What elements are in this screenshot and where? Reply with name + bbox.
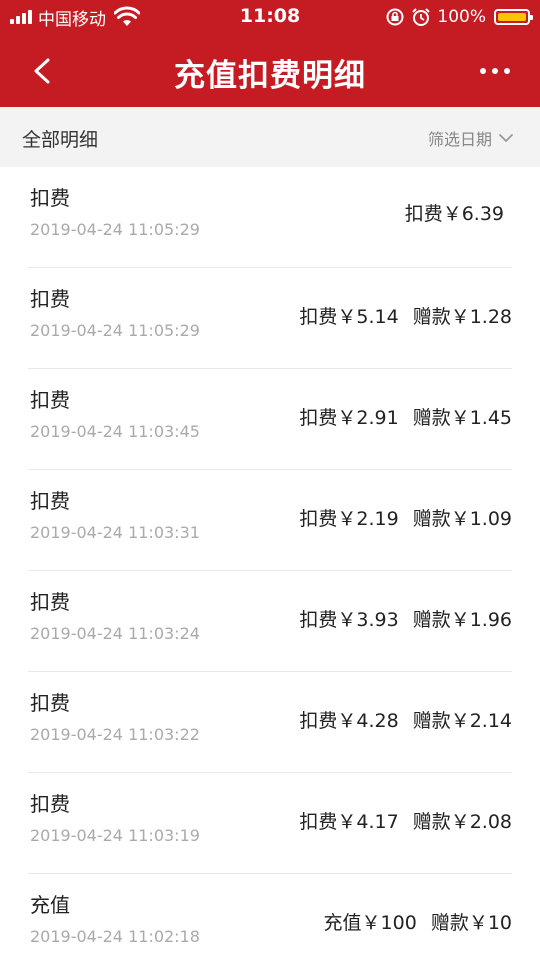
more-icon[interactable] — [478, 60, 512, 82]
list-item[interactable]: 扣费 2019-04-24 11:03:31 扣费￥2.19 赠款￥1.09 — [28, 470, 512, 571]
battery-icon — [494, 9, 533, 25]
record-amounts: 扣费￥2.19 赠款￥1.09 — [299, 504, 512, 531]
record-amounts: 充值￥100 赠款￥10 — [324, 908, 512, 935]
record-amount: 扣费￥2.19 — [299, 508, 399, 530]
record-bonus: 赠款￥10 — [430, 912, 512, 934]
list-item[interactable]: 扣费 2019-04-24 11:03:22 扣费￥4.28 赠款￥2.14 — [28, 672, 512, 773]
record-amounts: 扣费￥3.93 赠款￥1.96 — [299, 605, 512, 632]
record-date: 2019-04-24 11:05:29 — [30, 321, 200, 340]
record-type: 扣费 — [30, 388, 70, 412]
page-title: 充值扣费明细 — [174, 58, 366, 94]
header: 中国移动 11:08 100% 充值扣费明细 — [0, 0, 540, 107]
record-date: 2019-04-24 11:03:31 — [30, 523, 200, 542]
record-amount: 扣费￥3.93 — [299, 609, 399, 631]
date-filter-button[interactable]: 筛选日期 — [428, 126, 514, 150]
record-date: 2019-04-24 11:03:45 — [30, 422, 200, 441]
filter-all-label: 全部明细 — [22, 129, 99, 151]
navigation-bar: 充值扣费明细 — [0, 34, 540, 107]
battery-percent: 100% — [437, 7, 486, 27]
record-type: 扣费 — [30, 792, 70, 816]
record-amounts: 扣费￥5.14 赠款￥1.28 — [299, 302, 512, 329]
list-item[interactable]: 扣费 2019-04-24 11:03:19 扣费￥4.17 赠款￥2.08 — [28, 773, 512, 874]
filter-bar: 全部明细 筛选日期 — [0, 107, 540, 167]
list-item[interactable]: 扣费 2019-04-24 11:03:24 扣费￥3.93 赠款￥1.96 — [28, 571, 512, 672]
status-right: 100% — [385, 5, 533, 29]
record-amount: 扣费￥4.17 — [299, 811, 399, 833]
record-amounts: 扣费￥6.39 — [405, 199, 504, 226]
record-type: 扣费 — [30, 287, 70, 311]
record-date: 2019-04-24 11:05:29 — [30, 220, 200, 239]
record-date: 2019-04-24 11:03:22 — [30, 725, 200, 744]
record-bonus: 赠款￥2.14 — [412, 710, 512, 732]
record-bonus: 赠款￥1.28 — [412, 306, 512, 328]
record-amount: 扣费￥5.14 — [299, 306, 399, 328]
record-type: 扣费 — [30, 691, 70, 715]
record-bonus: 赠款￥1.45 — [412, 407, 512, 429]
status-bar: 中国移动 11:08 100% — [0, 0, 540, 34]
list-item[interactable]: 扣费 2019-04-24 11:03:45 扣费￥2.91 赠款￥1.45 — [28, 369, 512, 470]
record-amounts: 扣费￥2.91 赠款￥1.45 — [299, 403, 512, 430]
record-amount: 扣费￥2.91 — [299, 407, 399, 429]
record-date: 2019-04-24 11:03:19 — [30, 826, 200, 845]
list-item[interactable]: 充值 2019-04-24 11:02:18 充值￥100 赠款￥10 — [28, 874, 512, 974]
list-item[interactable]: 扣费 2019-04-24 11:05:29 扣费￥6.39 — [28, 167, 512, 268]
record-type: 充值 — [30, 893, 70, 917]
record-type: 扣费 — [30, 590, 70, 614]
rotation-lock-icon — [386, 8, 404, 26]
date-filter-label: 筛选日期 — [427, 130, 492, 149]
list-item[interactable]: 扣费 2019-04-24 11:05:29 扣费￥5.14 赠款￥1.28 — [28, 268, 512, 369]
record-type: 扣费 — [30, 489, 70, 513]
record-list: 扣费 2019-04-24 11:05:29 扣费￥6.39 扣费 2019-0… — [0, 167, 540, 974]
record-type: 扣费 — [30, 186, 70, 210]
record-bonus: 赠款￥2.08 — [412, 811, 512, 833]
chevron-down-icon — [499, 134, 513, 142]
record-amounts: 扣费￥4.28 赠款￥2.14 — [299, 706, 512, 733]
record-amount: 扣费￥4.28 — [299, 710, 399, 732]
record-date: 2019-04-24 11:03:24 — [30, 624, 200, 643]
record-bonus: 赠款￥1.96 — [412, 609, 512, 631]
record-date: 2019-04-24 11:02:18 — [30, 927, 200, 946]
record-amounts: 扣费￥4.17 赠款￥2.08 — [299, 807, 512, 834]
record-amount: 充值￥100 — [323, 912, 417, 934]
alarm-icon — [412, 8, 431, 26]
record-bonus: 赠款￥1.09 — [412, 508, 512, 530]
record-amount: 扣费￥6.39 — [404, 203, 504, 225]
